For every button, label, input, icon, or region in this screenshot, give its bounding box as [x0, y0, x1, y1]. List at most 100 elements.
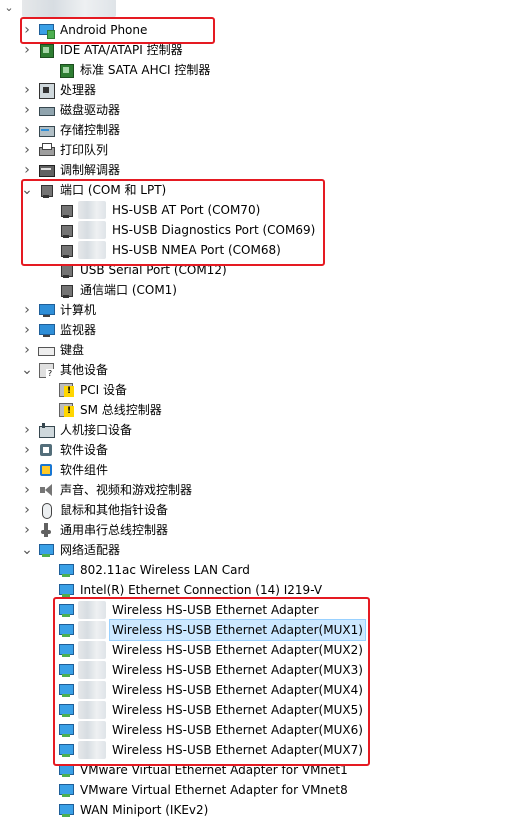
monitor-icon — [38, 322, 55, 338]
tree-item-m6[interactable]: Wireless HS-USB Ethernet Adapter(MUX6) — [0, 720, 365, 740]
redacted-prefix — [78, 681, 106, 699]
usb-icon — [38, 522, 54, 538]
chevron-right-icon[interactable]: › — [22, 120, 32, 140]
tree-item-label: 计算机 — [60, 303, 97, 317]
tree-item-p70[interactable]: HS-USB AT Port (COM70) — [0, 200, 262, 220]
tree-item-sata[interactable]: 标准 SATA AHCI 控制器 — [0, 60, 212, 80]
tree-item-pci[interactable]: PCI 设备 — [0, 380, 129, 400]
chip-icon — [58, 62, 74, 78]
tree-item-modem[interactable]: › 调制解调器 — [0, 160, 122, 180]
tree-item-label: 鼠标和其他指针设备 — [60, 503, 169, 517]
storage-icon — [38, 122, 55, 138]
chevron-down-icon[interactable]: ⌄ — [4, 0, 14, 18]
tree-item-p1[interactable]: 通信端口 (COM1) — [0, 280, 179, 300]
network-icon — [58, 682, 74, 698]
tree-item-label: 存储控制器 — [60, 123, 121, 137]
tree-item-label: Wireless HS-USB Ethernet Adapter(MUX7) — [112, 743, 363, 757]
tree-item-eth[interactable]: Intel(R) Ethernet Connection (14) I219-V — [0, 580, 324, 600]
warning-icon — [58, 402, 74, 418]
printer-icon — [38, 142, 55, 158]
tree-item-computer[interactable]: › 计算机 — [0, 300, 98, 320]
port-icon — [58, 282, 74, 298]
network-icon — [58, 742, 74, 758]
tree-item-p69[interactable]: HS-USB Diagnostics Port (COM69) — [0, 220, 317, 240]
chevron-down-icon[interactable]: ⌄ — [21, 360, 33, 380]
network-icon — [58, 642, 74, 658]
tree-item-wlan[interactable]: 802.11ac Wireless LAN Card — [0, 560, 252, 580]
other-device-icon — [38, 362, 54, 378]
tree-item-label: Wireless HS-USB Ethernet Adapter(MUX6) — [112, 723, 363, 737]
chevron-right-icon[interactable]: › — [22, 300, 32, 320]
chevron-right-icon[interactable]: › — [22, 320, 32, 340]
redacted-prefix — [78, 661, 106, 679]
tree-item-label: Wireless HS-USB Ethernet Adapter(MUX3) — [112, 663, 363, 677]
tree-item-other[interactable]: ⌄ 其他设备 — [0, 360, 110, 380]
tree-item-sm[interactable]: SM 总线控制器 — [0, 400, 164, 420]
chevron-right-icon[interactable]: › — [22, 80, 32, 100]
tree-item-label: 打印队列 — [60, 143, 109, 157]
tree-item-label: 网络适配器 — [60, 543, 121, 557]
tree-item-cpu[interactable]: › 处理器 — [0, 80, 98, 100]
hid-icon — [38, 422, 55, 438]
tree-item-m7[interactable]: Wireless HS-USB Ethernet Adapter(MUX7) — [0, 740, 365, 760]
tree-item-android[interactable]: › Android Phone — [0, 20, 149, 40]
network-icon — [38, 542, 54, 558]
chevron-right-icon[interactable]: › — [22, 520, 32, 540]
tree-item-label: 键盘 — [60, 343, 85, 357]
chevron-right-icon[interactable]: › — [22, 500, 32, 520]
tree-item-m1[interactable]: Wireless HS-USB Ethernet Adapter(MUX1) — [0, 619, 366, 641]
tree-item-label: Wireless HS-USB Ethernet Adapter(MUX5) — [112, 703, 363, 717]
tree-item-m0[interactable]: Wireless HS-USB Ethernet Adapter — [0, 600, 321, 620]
tree-item-m2[interactable]: Wireless HS-USB Ethernet Adapter(MUX2) — [0, 640, 365, 660]
tree-item-label: SM 总线控制器 — [80, 403, 162, 417]
chevron-down-icon[interactable]: ⌄ — [21, 540, 33, 560]
chevron-right-icon[interactable]: › — [22, 440, 32, 460]
network-icon — [58, 802, 74, 818]
tree-item-label: Wireless HS-USB Ethernet Adapter(MUX1) — [109, 619, 366, 641]
chevron-right-icon[interactable]: › — [22, 480, 32, 500]
tree-item-usb[interactable]: › 通用串行总线控制器 — [0, 520, 170, 540]
tree-item-ports[interactable]: ⌄ 端口 (COM 和 LPT) — [0, 180, 168, 200]
tree-item-m3[interactable]: Wireless HS-USB Ethernet Adapter(MUX3) — [0, 660, 365, 680]
chevron-right-icon[interactable]: › — [22, 100, 32, 120]
tree-item-storage[interactable]: › 存储控制器 — [0, 120, 122, 140]
network-icon — [58, 782, 74, 798]
tree-item-ide[interactable]: › IDE ATA/ATAPI 控制器 — [0, 40, 185, 60]
tree-item-display[interactable]: › 监视器 — [0, 320, 98, 340]
redacted-prefix — [78, 721, 106, 739]
chevron-right-icon[interactable]: › — [22, 340, 32, 360]
tree-item-hid[interactable]: › 人机接口设备 — [0, 420, 134, 440]
chevron-right-icon[interactable]: › — [22, 460, 32, 480]
tree-item-m4[interactable]: Wireless HS-USB Ethernet Adapter(MUX4) — [0, 680, 365, 700]
network-icon — [58, 762, 74, 778]
tree-item-disk[interactable]: › 磁盘驱动器 — [0, 100, 122, 120]
tree-item-mouse[interactable]: › 鼠标和其他指针设备 — [0, 500, 170, 520]
root-computer-name — [22, 0, 116, 17]
tree-item-print[interactable]: › 打印队列 — [0, 140, 110, 160]
chevron-right-icon[interactable]: › — [22, 140, 32, 160]
monitor-icon — [38, 302, 55, 318]
tree-item-vm1[interactable]: VMware Virtual Ethernet Adapter for VMne… — [0, 760, 350, 780]
tree-item-vm8[interactable]: VMware Virtual Ethernet Adapter for VMne… — [0, 780, 350, 800]
tree-item-m5[interactable]: Wireless HS-USB Ethernet Adapter(MUX5) — [0, 700, 365, 720]
tree-item-softdev[interactable]: › 软件设备 — [0, 440, 110, 460]
tree-item-wan[interactable]: WAN Miniport (IKEv2) — [0, 800, 210, 820]
tree-item-label: Wireless HS-USB Ethernet Adapter — [112, 603, 319, 617]
tree-item-kbd[interactable]: › 键盘 — [0, 340, 86, 360]
chevron-right-icon[interactable]: › — [22, 20, 32, 40]
tree-item-p68[interactable]: HS-USB NMEA Port (COM68) — [0, 240, 283, 260]
tree-item-softcomp[interactable]: › 软件组件 — [0, 460, 110, 480]
tree-item-sound[interactable]: › 声音、视频和游戏控制器 — [0, 480, 194, 500]
tree-item-p12[interactable]: USB Serial Port (COM12) — [0, 260, 229, 280]
chevron-right-icon[interactable]: › — [22, 420, 32, 440]
redacted-prefix — [78, 241, 106, 259]
chevron-right-icon[interactable]: › — [22, 160, 32, 180]
tree-item-net[interactable]: ⌄ 网络适配器 — [0, 540, 122, 560]
tree-item-label: IDE ATA/ATAPI 控制器 — [60, 43, 183, 57]
chevron-down-icon[interactable]: ⌄ — [21, 180, 33, 200]
chevron-right-icon[interactable]: › — [22, 40, 32, 60]
keyboard-icon — [38, 342, 55, 358]
network-icon — [58, 562, 74, 578]
port-icon — [38, 182, 54, 198]
tree-item-label: 软件组件 — [60, 463, 109, 477]
